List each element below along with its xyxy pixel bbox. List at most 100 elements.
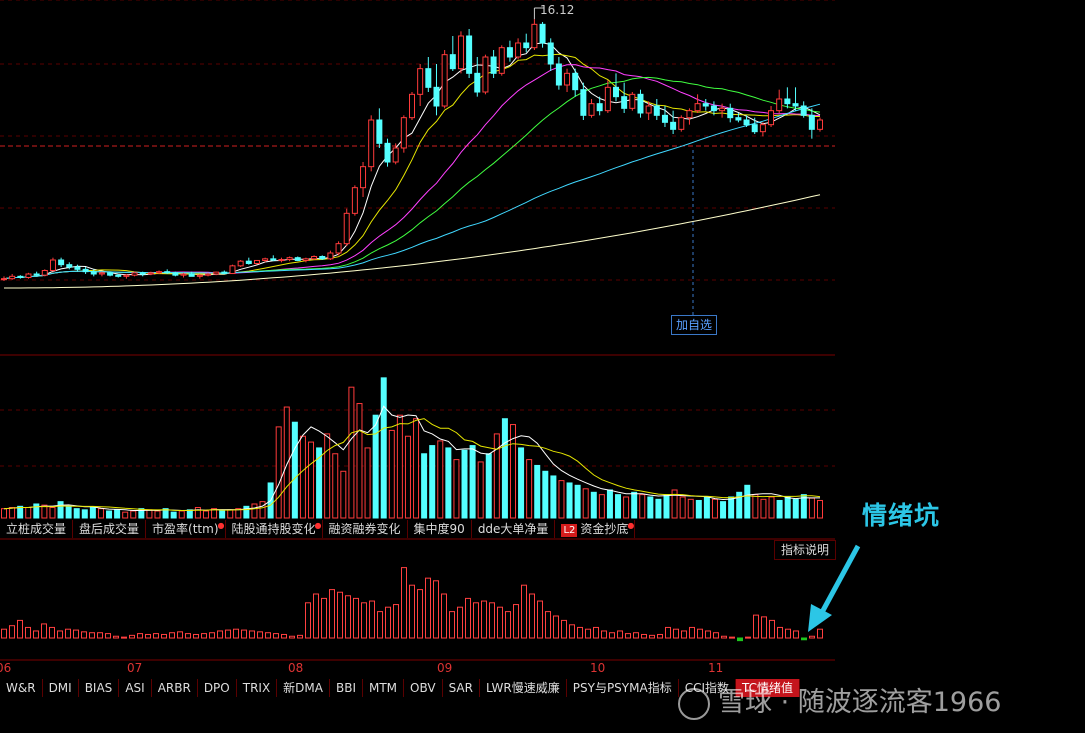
candle-body bbox=[506, 47, 513, 58]
candle-body bbox=[735, 117, 742, 121]
candle-body bbox=[637, 93, 644, 114]
sentiment-bar bbox=[233, 628, 239, 639]
sentiment-bar bbox=[361, 602, 367, 639]
indicator-tab[interactable]: OBV bbox=[404, 679, 443, 697]
sentiment-bar bbox=[817, 628, 823, 639]
indicator-tab[interactable]: dde大单净量 bbox=[472, 520, 556, 538]
volume-bar bbox=[364, 447, 371, 519]
indicator-tab[interactable]: DMI bbox=[43, 679, 79, 697]
volume-bar bbox=[776, 499, 783, 519]
volume-bar bbox=[251, 503, 258, 519]
sentiment-bar bbox=[249, 630, 255, 639]
new-dot-icon: ● bbox=[217, 521, 225, 530]
volume-bar bbox=[477, 461, 484, 519]
tab-label: ARBR bbox=[157, 681, 191, 695]
candle-body bbox=[33, 273, 40, 276]
candle-body bbox=[237, 260, 244, 267]
month-label: 10 bbox=[590, 661, 606, 675]
sentiment-bar bbox=[777, 626, 783, 639]
volume-bar bbox=[639, 494, 646, 519]
indicator-tab[interactable]: BIAS bbox=[79, 679, 120, 697]
candle-body bbox=[474, 72, 481, 93]
candle-body bbox=[613, 86, 619, 98]
volume-bar bbox=[380, 377, 387, 519]
candle-body bbox=[694, 103, 701, 112]
indicator-tab[interactable]: DPO bbox=[198, 679, 237, 697]
annotation-arrow-head bbox=[808, 604, 832, 632]
indicator-tab[interactable]: LWR慢速威廉 bbox=[480, 679, 567, 697]
volume-bar bbox=[631, 491, 638, 519]
candle-body bbox=[768, 110, 775, 126]
candle-body bbox=[808, 114, 815, 130]
indicator-tab[interactable]: W&R bbox=[0, 679, 43, 697]
tab-label: DMI bbox=[48, 681, 72, 695]
sentiment-bar bbox=[489, 602, 495, 639]
sentiment-bar bbox=[97, 632, 103, 639]
volume-bar bbox=[679, 496, 686, 519]
candle-body bbox=[776, 98, 783, 112]
candle-body bbox=[743, 119, 750, 126]
sentiment-bar bbox=[353, 597, 359, 639]
sentiment-bar bbox=[33, 630, 39, 639]
sentiment-bar bbox=[801, 637, 807, 641]
indicator-tab[interactable]: TRIX bbox=[237, 679, 278, 697]
sentiment-bar bbox=[617, 630, 623, 639]
sentiment-bar bbox=[585, 628, 591, 639]
sentiment-bar bbox=[89, 632, 95, 639]
sentiment-bar bbox=[121, 636, 127, 639]
sentiment-bar bbox=[521, 584, 527, 639]
indicator-tab[interactable]: ASI bbox=[119, 679, 152, 697]
tab-label: DPO bbox=[203, 681, 230, 695]
sentiment-bar bbox=[337, 591, 343, 639]
sentiment-bar bbox=[241, 629, 247, 639]
tab-label: LWR慢速威廉 bbox=[485, 681, 560, 695]
volume-bar bbox=[768, 496, 775, 519]
sentiment-bar bbox=[561, 619, 567, 639]
volume-bar bbox=[461, 449, 468, 519]
volume-bar bbox=[154, 510, 161, 519]
candle-body bbox=[327, 252, 334, 260]
add-favorite-button[interactable]: 加自选 bbox=[671, 315, 717, 335]
indicator-tab[interactable]: L2 资金抄底 ● bbox=[555, 520, 636, 538]
indicator-tab[interactable]: 陆股通持股变化 ● bbox=[226, 520, 323, 538]
candle-body bbox=[702, 103, 709, 107]
sentiment-bar bbox=[473, 602, 479, 639]
sentiment-bar bbox=[17, 619, 23, 639]
sentiment-bar bbox=[217, 630, 223, 639]
indicator-explain-button[interactable]: 指标说明 bbox=[774, 540, 837, 560]
indicator-tab[interactable]: SAR bbox=[443, 679, 480, 697]
volume-bar bbox=[65, 505, 72, 519]
volume-bar bbox=[493, 433, 500, 519]
volume-bar bbox=[744, 484, 751, 519]
indicator-tab[interactable]: BBI bbox=[330, 679, 363, 697]
sentiment-bar bbox=[713, 632, 719, 639]
indicator-tab[interactable]: PSY与PSYMA指标 bbox=[567, 679, 679, 697]
volume-bar bbox=[114, 509, 121, 519]
sentiment-bar bbox=[681, 630, 687, 639]
candle-body bbox=[82, 268, 89, 273]
indicator-tab[interactable]: 新DMA bbox=[277, 679, 330, 697]
volume-bar bbox=[590, 491, 597, 519]
sentiment-bar bbox=[265, 632, 271, 639]
indicator-tab[interactable]: MTM bbox=[363, 679, 405, 697]
volume-bar bbox=[615, 494, 622, 519]
indicator-tab[interactable]: 盘后成交量 bbox=[73, 520, 147, 538]
candle-body bbox=[131, 272, 138, 276]
indicator-tab[interactable]: 融资融券变化 bbox=[323, 520, 408, 538]
volume-bar bbox=[728, 496, 735, 519]
volume-bar bbox=[340, 470, 347, 519]
tab-label: SAR bbox=[448, 681, 473, 695]
indicator-tab[interactable]: ARBR bbox=[152, 679, 198, 697]
candle-body bbox=[319, 256, 326, 260]
candle-body bbox=[457, 35, 464, 70]
indicator-tab[interactable]: 集中度90 bbox=[408, 520, 472, 538]
sentiment-bar bbox=[273, 633, 279, 639]
sentiment-bar bbox=[785, 628, 791, 639]
indicator-tab[interactable]: 市盈率(ttm) ● bbox=[146, 520, 226, 538]
month-label: 06 bbox=[0, 661, 12, 675]
volume-bar bbox=[25, 506, 32, 519]
volume-bar bbox=[663, 494, 670, 519]
sentiment-bar bbox=[177, 631, 183, 639]
indicator-tab[interactable]: 立桩成交量 bbox=[0, 520, 74, 538]
candle-body bbox=[180, 273, 187, 276]
